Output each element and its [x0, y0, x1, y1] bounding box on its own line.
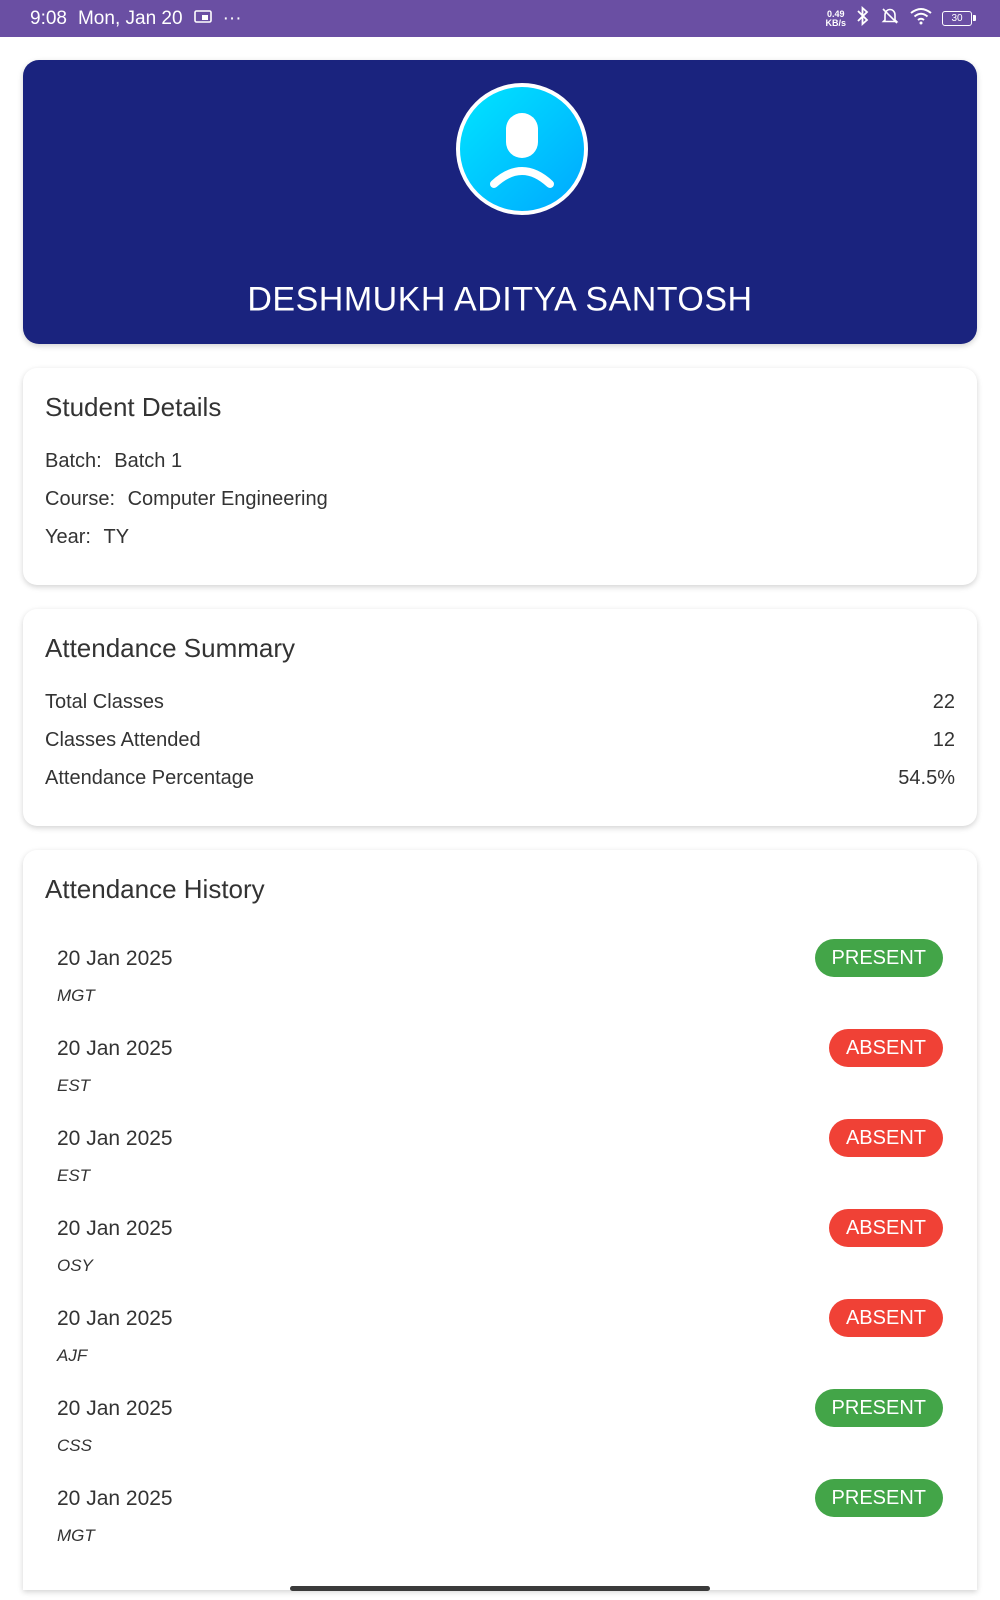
year-value: TY — [103, 526, 130, 548]
batch-row: Batch: Batch 1 — [45, 450, 182, 473]
status-bar: 9:08 Mon, Jan 20 ··· 0.49 KB/s 30 — [0, 0, 1000, 37]
status-badge: ABSENT — [828, 1299, 943, 1337]
profile-header-card: DESHMUKH ADITYA SANTOSH — [23, 60, 977, 344]
history-subject: MGT — [57, 1526, 95, 1545]
history-date: 20 Jan 2025 — [57, 1217, 173, 1240]
attendance-summary-title: Attendance Summary — [45, 633, 296, 663]
status-badge: ABSENT — [828, 1119, 943, 1157]
wifi-icon — [909, 7, 933, 31]
course-label: Course: — [45, 488, 116, 510]
status-badge: PRESENT — [814, 1389, 943, 1427]
summary-label: Attendance Percentage — [45, 767, 255, 789]
history-subject: CSS — [57, 1436, 92, 1455]
home-indicator[interactable] — [290, 1586, 710, 1591]
course-row: Course: Computer Engineering — [45, 488, 328, 511]
attendance-summary-card: Attendance Summary Total Classes 22 Clas… — [23, 609, 977, 826]
batch-label: Batch: — [45, 450, 102, 472]
bluetooth-icon — [855, 5, 871, 32]
history-date: 20 Jan 2025 — [57, 1037, 173, 1060]
status-badge: ABSENT — [828, 1029, 943, 1067]
year-row: Year: TY — [45, 526, 129, 549]
history-date: 20 Jan 2025 — [57, 947, 173, 970]
course-value: Computer Engineering — [127, 488, 328, 510]
history-subject: AJF — [57, 1346, 88, 1365]
summary-value: 22 — [932, 691, 955, 713]
attendance-history-card: Attendance History 20 Jan 2025 MGT PRESE… — [23, 850, 977, 1590]
year-label: Year: — [45, 526, 91, 548]
status-badge: PRESENT — [814, 1479, 943, 1517]
student-details-title: Student Details — [45, 392, 222, 422]
battery-icon: 30 — [942, 11, 976, 26]
bell-off-icon — [880, 6, 900, 32]
status-badge: PRESENT — [814, 939, 943, 977]
summary-row-total-classes: Total Classes 22 — [45, 691, 955, 714]
history-date: 20 Jan 2025 — [57, 1487, 173, 1510]
status-time: 9:08 — [30, 7, 67, 29]
summary-row-classes-attended: Classes Attended 12 — [45, 729, 955, 752]
summary-value: 12 — [932, 729, 955, 751]
summary-row-attendance-percentage: Attendance Percentage 54.5% — [45, 767, 955, 790]
status-badge: ABSENT — [828, 1209, 943, 1247]
summary-label: Total Classes — [45, 691, 164, 713]
battery-level: 30 — [951, 13, 963, 24]
history-subject: EST — [57, 1076, 91, 1095]
student-name: DESHMUKH ADITYA SANTOSH — [247, 280, 753, 319]
history-date: 20 Jan 2025 — [57, 1397, 173, 1420]
status-overflow: ··· — [222, 7, 242, 29]
network-speed-unit: KB/s — [825, 17, 846, 28]
status-date: Mon, Jan 20 — [77, 7, 183, 29]
network-speed: 0.49 KB/s — [825, 9, 846, 28]
history-date: 20 Jan 2025 — [57, 1127, 173, 1150]
summary-label: Classes Attended — [45, 729, 201, 751]
attendance-history-title: Attendance History — [45, 874, 265, 904]
person-icon — [490, 113, 554, 188]
history-date: 20 Jan 2025 — [57, 1307, 173, 1330]
cast-icon — [193, 8, 212, 30]
avatar — [456, 83, 588, 215]
history-subject: MGT — [57, 986, 95, 1005]
history-subject: EST — [57, 1166, 91, 1185]
batch-value: Batch 1 — [114, 450, 183, 472]
history-subject: OSY — [57, 1256, 93, 1275]
summary-value: 54.5% — [898, 767, 955, 789]
student-details-card: Student Details Batch: Batch 1 Course: C… — [23, 368, 977, 585]
